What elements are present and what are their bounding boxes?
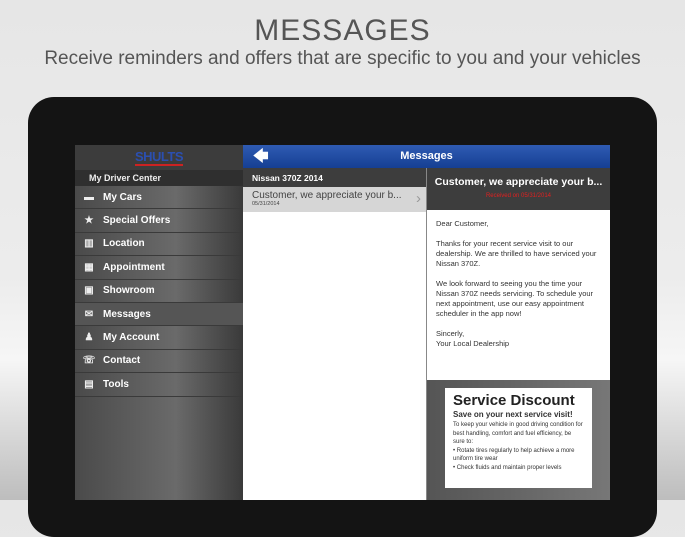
sidebar-item-label: Tools xyxy=(103,378,129,390)
star-icon: ★ xyxy=(84,215,94,227)
sidebar-item-appointment[interactable]: ▦ Appointment xyxy=(75,256,243,280)
dealer-logo[interactable]: SHULTS xyxy=(75,145,243,170)
detail-title: Customer, we appreciate your b... xyxy=(434,176,603,188)
body-signature: Sincerly, Your Local Dealership xyxy=(436,329,510,348)
page-subtitle: Receive reminders and offers that are sp… xyxy=(44,48,641,69)
sidebar-item-label: My Account xyxy=(103,332,160,344)
promo-area: Service Discount Save on your next servi… xyxy=(427,380,610,500)
service-discount-card[interactable]: Service Discount Save on your next servi… xyxy=(445,388,592,488)
car-icon: ▣ xyxy=(84,285,94,297)
sidebar-item-showroom[interactable]: ▣ Showroom xyxy=(75,280,243,303)
person-icon: ♟ xyxy=(84,332,94,344)
list-item[interactable]: Customer, we appreciate your b... 05/31/… xyxy=(243,187,426,212)
body-paragraph: Thanks for your recent service visit to … xyxy=(436,239,597,268)
calendar-icon: ▦ xyxy=(84,261,94,273)
sidebar-item-label: Appointment xyxy=(103,261,165,273)
map-icon: ▥ xyxy=(84,238,94,250)
toolbox-icon: ▤ xyxy=(84,378,94,390)
message-list: Nissan 370Z 2014 Customer, we appreciate… xyxy=(243,168,427,500)
contact-icon: ☏ xyxy=(82,355,96,367)
sidebar-item-location[interactable]: ▥ Location xyxy=(75,233,243,257)
envelope-icon: ✉ xyxy=(84,308,94,320)
message-date: 05/31/2014 xyxy=(252,201,280,207)
received-date: Received on 05/31/2014 xyxy=(485,193,552,199)
promo-subtitle: Save on your next service visit! xyxy=(453,410,573,419)
top-bar-title: Messages xyxy=(400,150,453,162)
sidebar-item-label: Location xyxy=(103,238,145,250)
promo-text: To keep your vehicle in good driving con… xyxy=(453,422,583,445)
sidebar-item-label: Special Offers xyxy=(103,215,171,227)
sidebar-item-messages[interactable]: ✉ Messages xyxy=(75,302,243,327)
sidebar-item-my-account[interactable]: ♟ My Account xyxy=(75,326,243,350)
body-paragraph: We look forward to seeing you the time y… xyxy=(436,279,594,318)
vehicle-section-header: Nissan 370Z 2014 xyxy=(243,168,426,187)
promo-bullet: • Check fluids and maintain proper level… xyxy=(453,464,562,471)
message-detail: Customer, we appreciate your b... Receiv… xyxy=(427,168,610,500)
sidebar-item-contact[interactable]: ☏ Contact xyxy=(75,350,243,374)
sidebar-item-special-offers[interactable]: ★ Special Offers xyxy=(75,209,243,233)
chevron-right-icon: › xyxy=(416,190,421,207)
sidebar-item-my-cars[interactable]: ▬ My Cars xyxy=(75,186,243,210)
detail-header: Customer, we appreciate your b... Receiv… xyxy=(427,168,610,210)
page-title: MESSAGES xyxy=(254,14,431,47)
promo-title: Service Discount xyxy=(453,392,575,409)
message-body: Dear Customer, Thanks for your recent se… xyxy=(427,210,610,380)
sidebar-item-label: My Cars xyxy=(103,191,142,203)
sidebar-section-title: My Driver Center xyxy=(75,170,243,186)
sidebar-item-label: Messages xyxy=(103,308,151,320)
sidebar-item-label: Contact xyxy=(103,355,141,367)
top-bar: 🡄 Messages xyxy=(243,145,610,168)
sidebar-item-label: Showroom xyxy=(103,285,155,297)
promo-bullet: • Rotate tires regularly to help achieve… xyxy=(453,447,575,463)
garage-icon: ▬ xyxy=(84,191,94,203)
body-paragraph: Dear Customer, xyxy=(436,219,489,228)
sidebar: SHULTS My Driver Center ▬ My Cars ★ Special… xyxy=(75,145,243,500)
app-screen: SHULTS My Driver Center ▬ My Cars ★ Special… xyxy=(75,145,610,500)
sidebar-item-tools[interactable]: ▤ Tools xyxy=(75,373,243,397)
message-title: Customer, we appreciate your b... xyxy=(252,190,402,201)
back-arrow-icon[interactable]: 🡄 xyxy=(253,145,269,168)
